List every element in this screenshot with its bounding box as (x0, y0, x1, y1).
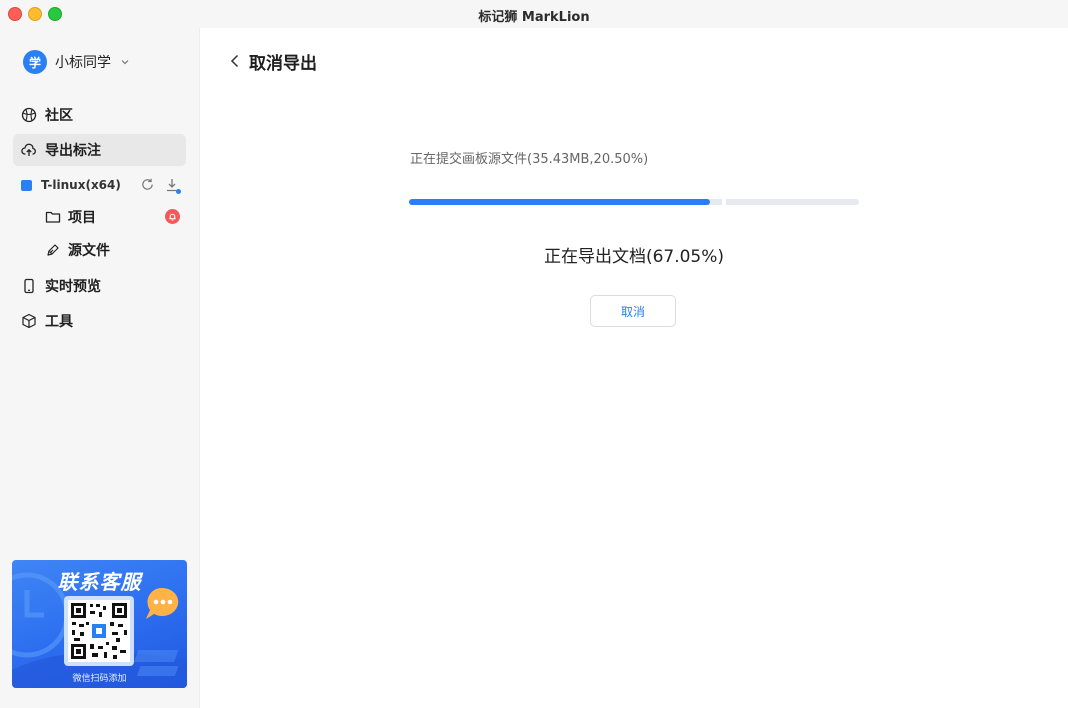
window-title: 标记狮 MarkLion (478, 10, 590, 25)
pen-icon (47, 244, 59, 256)
globe-icon (21, 107, 37, 123)
user-name: 小标同学 (55, 55, 111, 71)
sidebar-item-label: 社区 (45, 108, 73, 124)
sidebar-item-tools[interactable]: 工具 (13, 305, 186, 337)
sidebar-item-source-files[interactable]: 源文件 (45, 240, 185, 260)
sidebar-item-export[interactable]: 导出标注 (13, 134, 186, 166)
download-indicator-dot (176, 189, 181, 194)
bell-icon[interactable] (165, 209, 180, 224)
back-button[interactable]: 取消导出 (229, 51, 317, 74)
chevron-down-icon (121, 60, 129, 65)
export-status-text: 正在导出文档(67.05%) (543, 247, 725, 267)
upload-status-text: 正在提交画板源文件(35.43MB,20.50%) (410, 152, 649, 167)
sidebar-item-label: 源文件 (68, 243, 110, 259)
page-title: 取消导出 (249, 53, 317, 74)
sidebar-item-label: 工具 (45, 314, 73, 330)
refresh-icon[interactable] (140, 177, 155, 192)
sidebar-item-community[interactable]: 社区 (13, 99, 186, 131)
sidebar-item-label: 项目 (68, 210, 96, 226)
qr-code (64, 596, 134, 666)
export-progress-fill (409, 199, 710, 205)
sidebar-item-label: 导出标注 (45, 143, 101, 159)
sidebar-item-projects[interactable]: 项目 (45, 207, 185, 227)
customer-service-card[interactable]: 联系客服 微信扫码添加 (12, 560, 187, 688)
user-menu[interactable]: 学 小标同学 (23, 50, 130, 74)
sidebar: 学 小标同学 社区 导出标注 T-linux(x64) 项目 源文件 实时预览 … (0, 28, 200, 708)
cube-icon (21, 313, 37, 329)
chat-bubble-icon (146, 587, 179, 619)
title-bar: 标记狮 MarkLion (0, 0, 1068, 28)
avatar: 学 (23, 50, 47, 74)
project-color-indicator (21, 179, 32, 191)
promo-subtitle: 微信扫码添加 (72, 674, 127, 684)
phone-icon (21, 278, 37, 294)
project-name: T-linux(x64) (41, 178, 121, 192)
sidebar-item-preview[interactable]: 实时预览 (13, 270, 186, 302)
chevron-left-icon (230, 54, 239, 68)
export-progress-divider (722, 198, 726, 206)
qr-code-icon (68, 600, 130, 662)
sidebar-item-label: 实时预览 (45, 279, 101, 295)
folder-icon (45, 211, 61, 223)
project-item[interactable]: T-linux(x64) (21, 176, 186, 194)
cloud-upload-icon (21, 142, 37, 158)
cancel-button[interactable]: 取消 (590, 295, 676, 327)
